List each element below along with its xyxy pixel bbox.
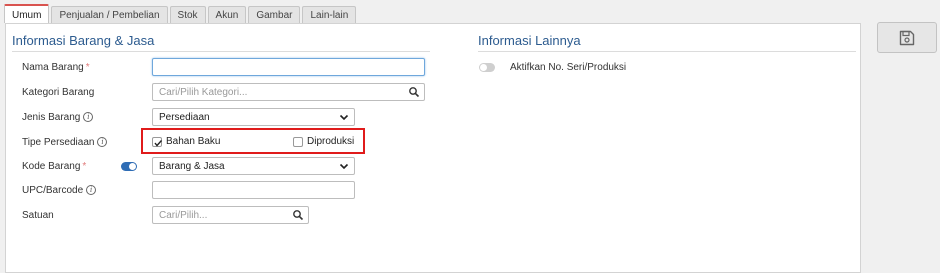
nama-barang-input[interactable] [153,59,424,75]
jenis-barang-select[interactable]: Persediaan [152,108,355,126]
kode-barang-value: Barang & Jasa [159,161,225,172]
checkbox-bahan-baku[interactable]: Bahan Baku [152,136,221,147]
label-tipe-persediaan: Tipe Persediaan i [22,137,108,148]
section-title-informasi-barang: Informasi Barang & Jasa [12,33,155,48]
info-icon: i [86,185,97,196]
section-divider-right [478,51,856,52]
checkbox-box [293,136,303,147]
info-icon: i [83,112,94,123]
chevron-down-icon [339,163,349,170]
save-button[interactable] [877,22,937,53]
toggle-knob [129,163,136,170]
form-panel: Informasi Barang & Jasa Nama Barang * Kat… [5,23,861,273]
tab-penjualan-pembelian[interactable]: Penjualan / Pembelian [51,6,168,23]
satuan-input[interactable] [153,207,308,223]
label-kategori-barang: Kategori Barang [22,87,95,98]
upc-barcode-input[interactable] [153,182,354,198]
label-upc-barcode: UPC/Barcode i [22,185,97,196]
label-satuan: Satuan [22,210,54,221]
jenis-barang-value: Persediaan [159,112,210,123]
info-icon: i [97,137,108,148]
label-kode-barang: Kode Barang * [22,161,87,172]
kode-barang-select[interactable]: Barang & Jasa [152,157,355,175]
checkbox-box [152,136,163,147]
chevron-down-icon [339,114,349,121]
section-divider-left [12,51,430,52]
tab-umum[interactable]: Umum [4,4,50,23]
label-nama-barang: Nama Barang * [22,62,90,73]
checkbox-label: Diproduksi [307,136,355,147]
section-title-informasi-lainnya: Informasi Lainnya [478,33,581,48]
tab-stok[interactable]: Stok [169,6,206,23]
serial-number-toggle[interactable] [479,63,495,72]
tab-akun[interactable]: Akun [207,6,247,23]
tab-lain-lain[interactable]: Lain-lain [302,6,357,23]
kategori-barang-input[interactable] [153,84,424,100]
toggle-knob [480,64,487,71]
tab-bar: Umum Penjualan / Pembelian Stok Akun Gam… [4,4,357,23]
label-jenis-barang: Jenis Barang i [22,112,94,123]
kode-barang-toggle[interactable] [121,162,137,171]
checkbox-label: Bahan Baku [166,136,221,147]
search-icon[interactable] [408,86,420,98]
checkmark-icon [154,139,163,147]
kategori-barang-field [152,83,425,101]
satuan-field [152,206,309,224]
tab-gambar[interactable]: Gambar [248,6,301,23]
nama-barang-input-wrapper [152,58,425,76]
search-icon[interactable] [292,209,304,221]
required-mark: * [82,161,87,172]
checkbox-diproduksi[interactable]: Diproduksi [293,136,354,147]
required-mark: * [85,62,90,73]
upc-barcode-field [152,181,355,199]
label-aktifkan-no-seri: Aktifkan No. Seri/Produksi [510,62,627,73]
save-icon [899,30,915,45]
